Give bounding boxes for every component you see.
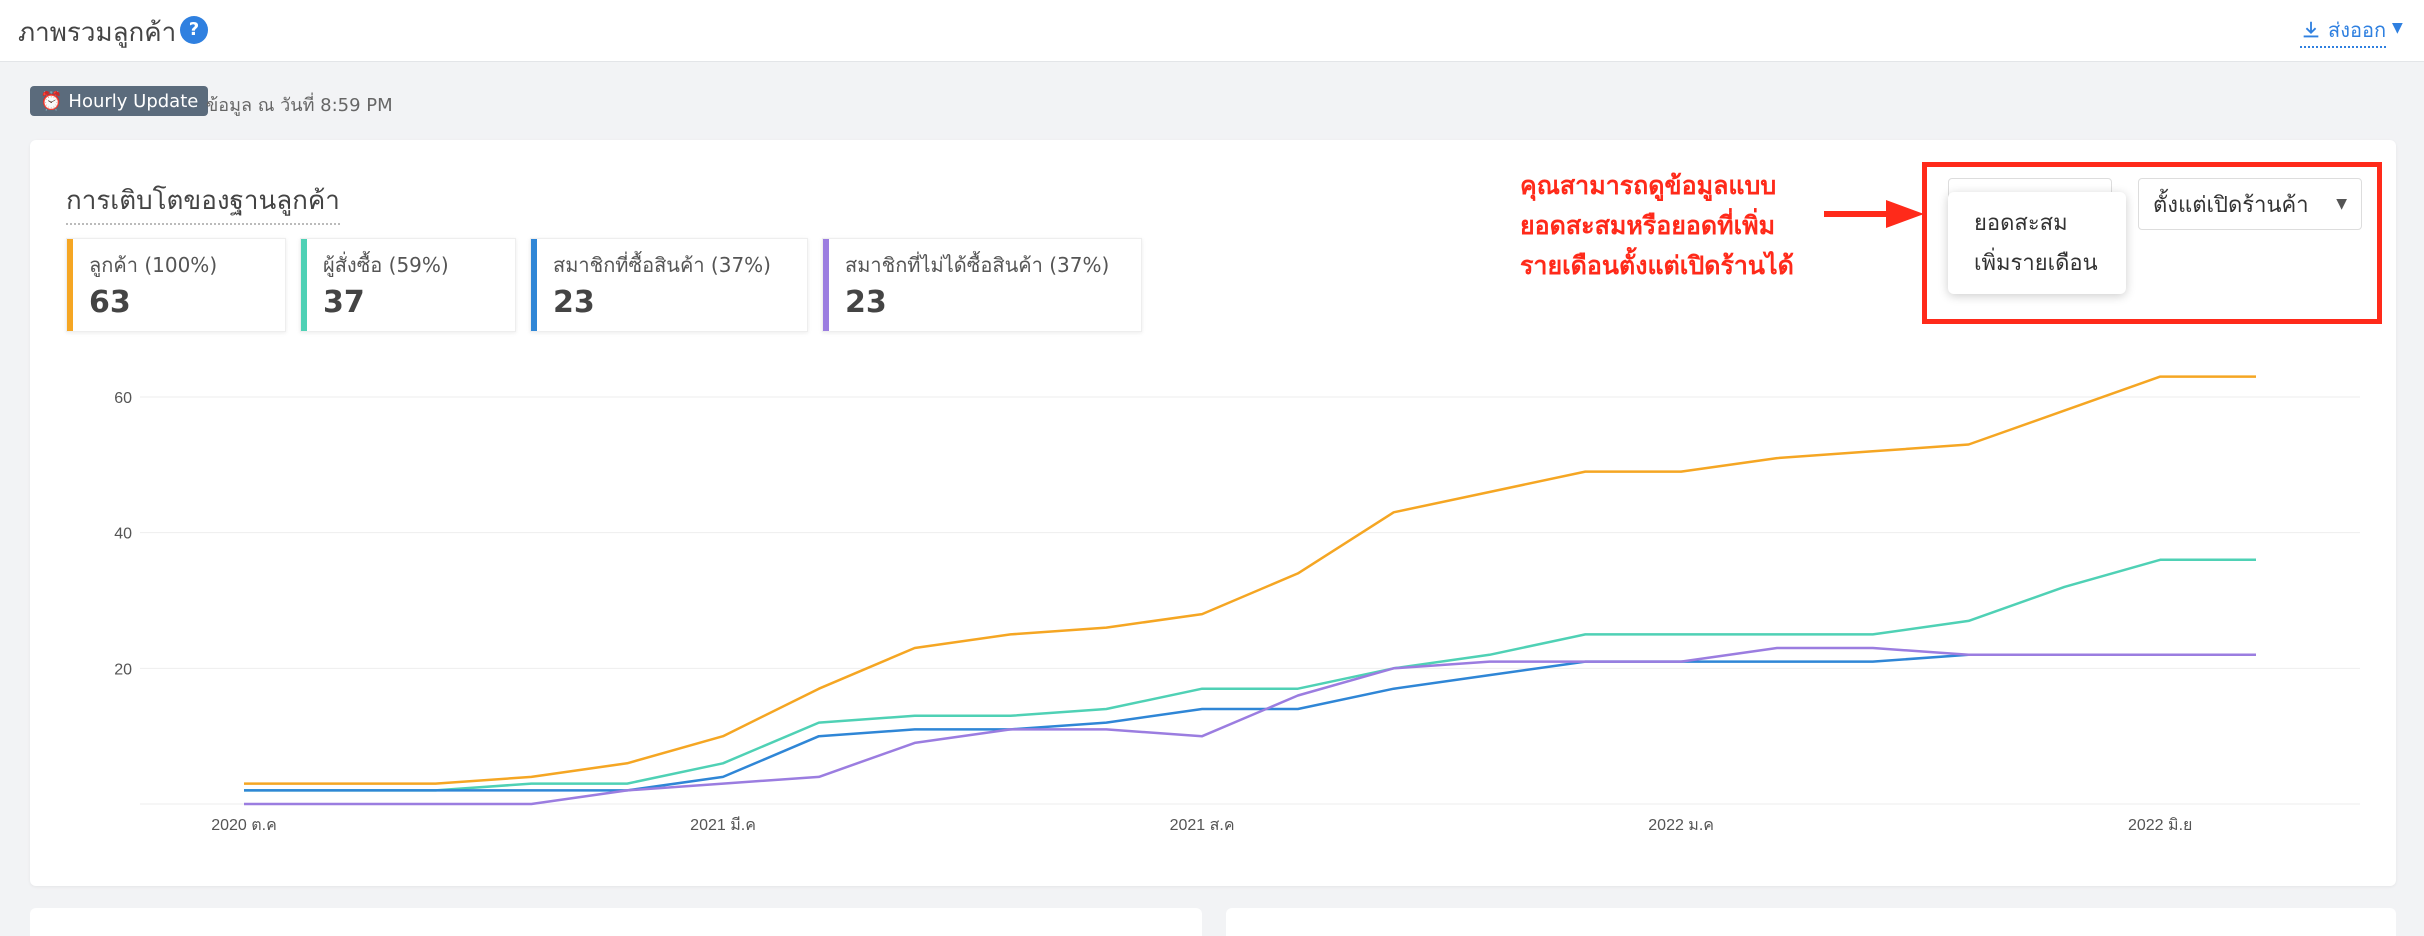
stat-value: 23: [845, 285, 887, 320]
arrow-right-icon: [1824, 200, 1924, 228]
export-label: ส่งออก: [2328, 18, 2387, 42]
alarm-clock-icon: ⏰: [40, 90, 63, 112]
hourly-update-badge: ⏰ Hourly Update: [30, 86, 209, 116]
annotation-line: ยอดสะสมหรือยอดที่เพิ่ม: [1520, 211, 1776, 240]
export-button[interactable]: ส่งออก: [2300, 14, 2387, 48]
annotation-text: คุณสามารถดูข้อมูลแบบ ยอดสะสมหรือยอดที่เพ…: [1520, 166, 1794, 286]
download-icon: [2303, 21, 2319, 38]
x-tick-label: 2021 มี.ค: [690, 816, 756, 834]
series-line: [244, 375, 2256, 785]
y-tick-label: 60: [114, 390, 132, 407]
line-chart: 20 40 60 2020 ต.ค 2021 มี.ค 2021 ส.ค 2022 ม.ค 2…: [114, 375, 2360, 834]
stat-color-bar: [301, 239, 307, 331]
question-circle-icon[interactable]: ?: [180, 16, 208, 44]
stat-color-bar: [67, 239, 73, 331]
series-line: [244, 646, 2256, 806]
y-tick-label: 40: [114, 526, 132, 543]
data-timestamp: ข้อมูล ณ วันที่ 8:59 PM: [206, 95, 393, 116]
stat-label: ผู้สั่งซื้อ (59%): [323, 253, 449, 277]
stat-label: ลูกค้า (100%): [89, 253, 218, 277]
bottom-card-left: [30, 908, 1202, 936]
stat-value: 23: [553, 285, 595, 320]
stat-color-bar: [531, 239, 537, 331]
y-tick-label: 20: [114, 661, 132, 678]
stat-value: 37: [323, 285, 365, 320]
stat-label: สมาชิกที่ซื้อสินค้า (37%): [553, 253, 771, 277]
period-select[interactable]: ตั้งแต่เปิดร้านค้า ▼: [2138, 178, 2362, 230]
stat-color-bar: [823, 239, 829, 331]
page-title: ภาพรวมลูกค้า: [18, 18, 177, 48]
series-line: [244, 653, 2256, 792]
stat-customers[interactable]: ลูกค้า (100%) 63: [66, 238, 286, 332]
annotation-line: คุณสามารถดูข้อมูลแบบ: [1520, 171, 1777, 200]
customer-growth-card: การเติบโตของฐานลูกค้า ลูกค้า (100%) 63 ผ…: [30, 140, 2396, 886]
card-title[interactable]: การเติบโตของฐานลูกค้า: [66, 180, 340, 225]
option-cumulative[interactable]: ยอดสะสม: [1948, 204, 2126, 244]
period-select-value: ตั้งแต่เปิดร้านค้า: [2153, 192, 2309, 218]
hourly-update-label: Hourly Update: [68, 90, 199, 112]
mode-dropdown-menu: ยอดสะสม เพิ่มรายเดือน: [1948, 192, 2126, 294]
option-monthly-increase[interactable]: เพิ่มรายเดือน: [1948, 244, 2126, 284]
stat-buyers[interactable]: ผู้สั่งซื้อ (59%) 37: [300, 238, 516, 332]
customer-growth-chart: 20 40 60 2020 ต.ค 2021 มี.ค 2021 ส.ค 2022 ม.ค 2…: [30, 330, 2396, 850]
stat-members-not-purchased[interactable]: สมาชิกที่ไม่ได้ซื้อสินค้า (37%) 23: [822, 238, 1142, 332]
stat-members-purchased[interactable]: สมาชิกที่ซื้อสินค้า (37%) 23: [530, 238, 808, 332]
annotation-line: รายเดือนตั้งแต่เปิดร้านได้: [1520, 251, 1794, 280]
x-tick-label: 2020 ต.ค: [211, 817, 277, 834]
stat-label: สมาชิกที่ไม่ได้ซื้อสินค้า (37%): [845, 253, 1110, 277]
caret-down-icon: ▼: [2336, 196, 2347, 212]
x-tick-label: 2022 ม.ค: [1648, 817, 1714, 834]
top-bar: ภาพรวมลูกค้า ? ส่งออก ▼: [0, 0, 2424, 62]
x-tick-label: 2021 ส.ค: [1170, 817, 1235, 834]
bottom-card-right: [1226, 908, 2396, 936]
stat-value: 63: [89, 285, 131, 320]
chevron-down-icon[interactable]: ▼: [2392, 20, 2403, 36]
x-tick-label: 2022 มิ.ย: [2128, 817, 2192, 834]
